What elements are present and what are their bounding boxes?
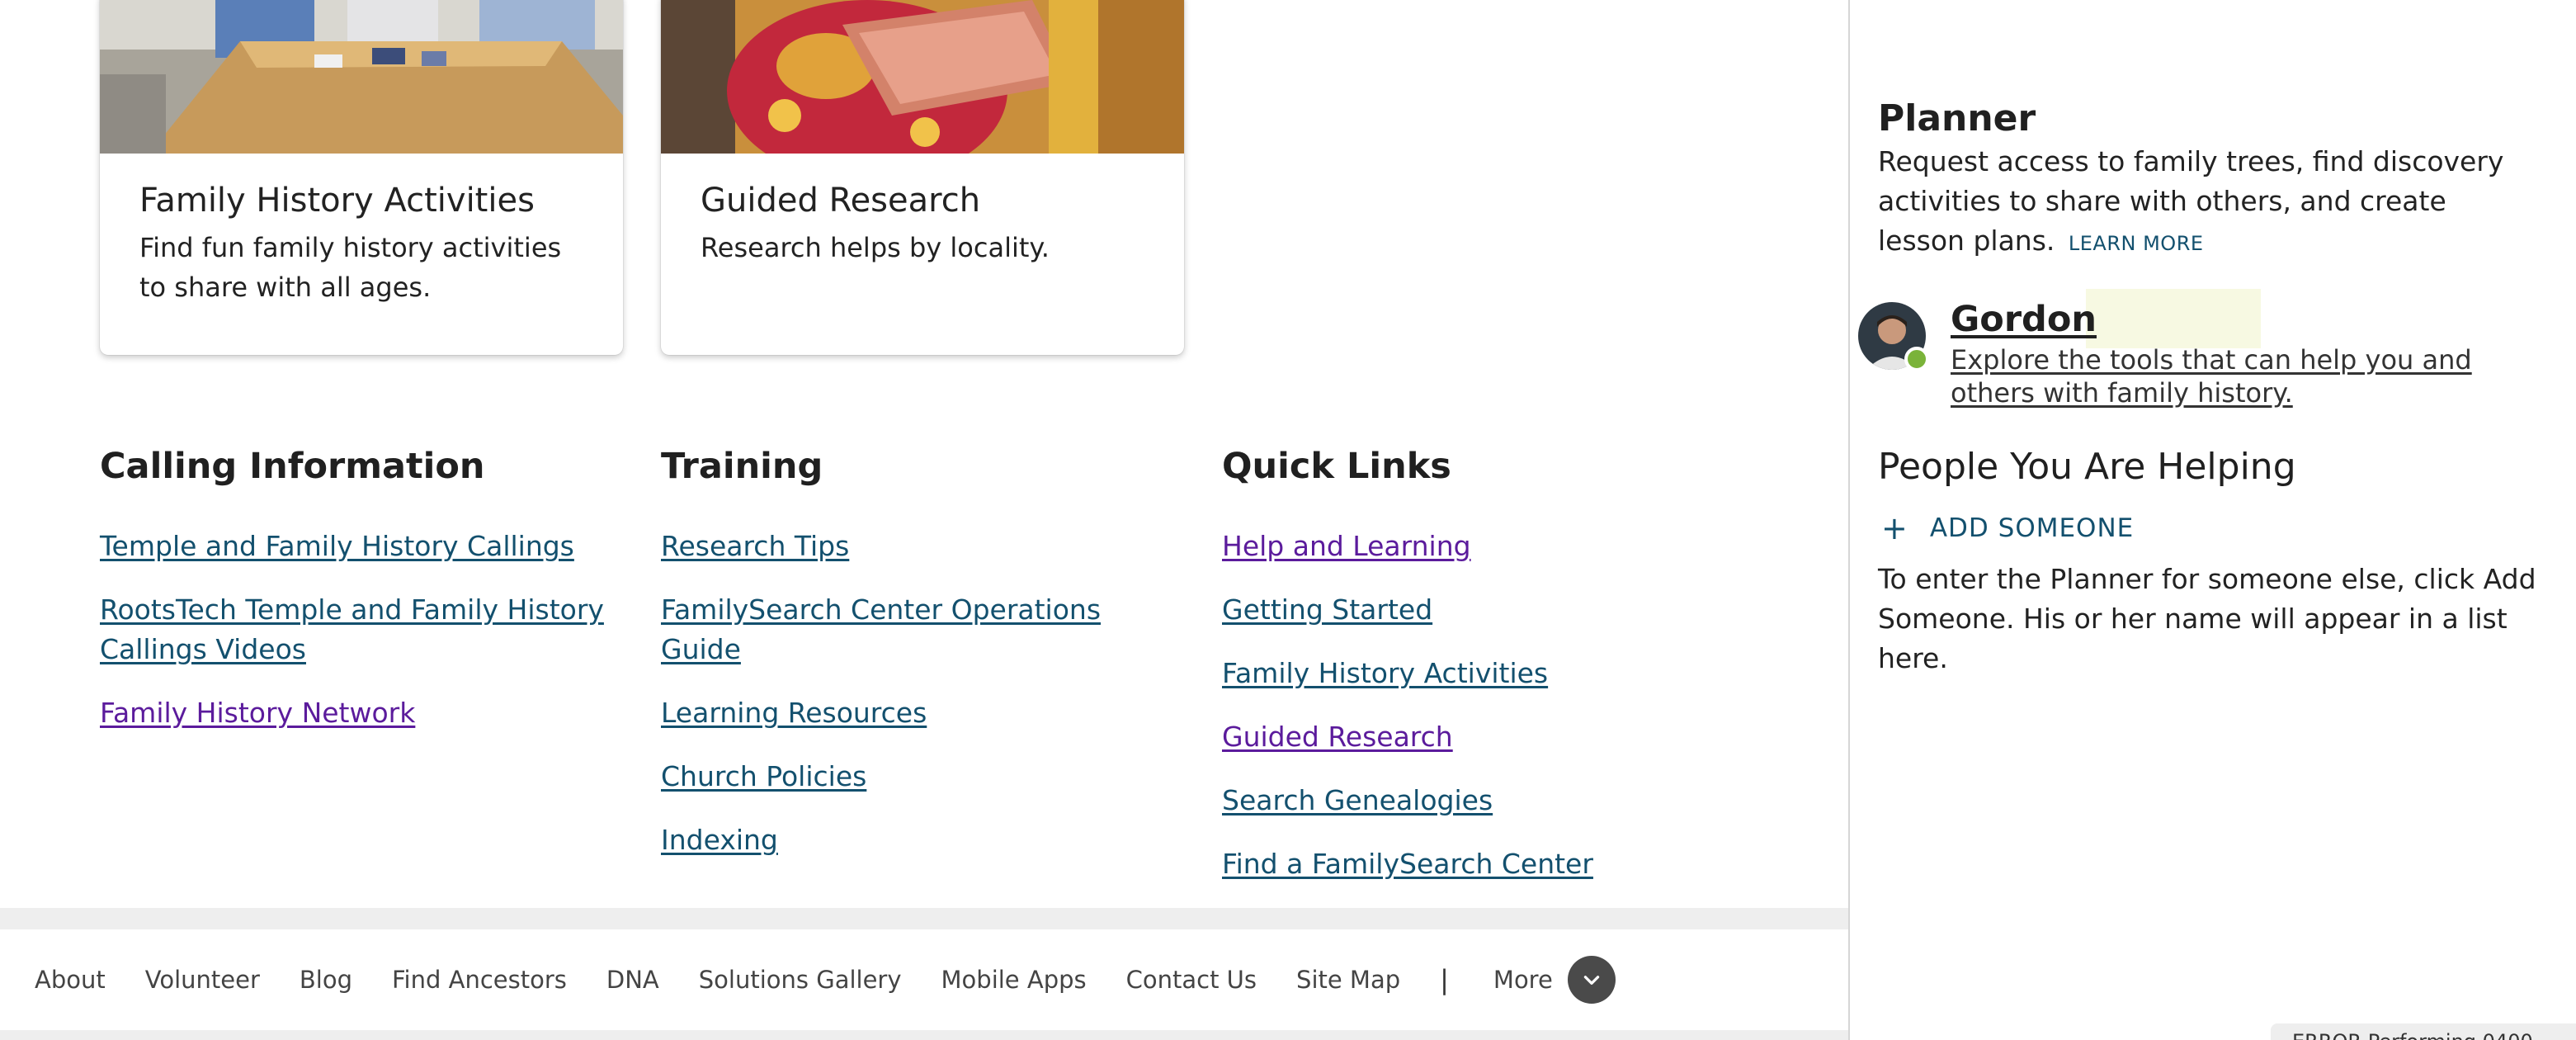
section-heading: Calling Information xyxy=(100,446,485,487)
link-church-policies[interactable]: Church Policies xyxy=(661,760,866,792)
planner-title: Planner xyxy=(1878,97,2036,139)
add-someone-label: ADD SOMEONE xyxy=(1929,513,2135,543)
people-helping-description: To enter the Planner for someone else, c… xyxy=(1878,563,2536,674)
link-getting-started[interactable]: Getting Started xyxy=(1222,593,1432,626)
planner-panel: Planner Request access to family trees, … xyxy=(1848,0,2576,1040)
add-someone-button[interactable]: + ADD SOMEONE xyxy=(1878,510,2134,546)
footer-link-solutions-gallery[interactable]: Solutions Gallery xyxy=(699,966,902,994)
guided-research-card[interactable]: Guided Research Research helps by locali… xyxy=(661,0,1184,355)
footer-link-blog[interactable]: Blog xyxy=(300,966,352,994)
chevron-down-icon[interactable] xyxy=(1567,956,1616,1004)
name-highlight xyxy=(2086,289,2261,348)
quick-links-section: Quick Links Help and Learning Getting St… xyxy=(1222,437,1750,908)
card-photo-reading-book xyxy=(661,0,1184,154)
current-user[interactable]: Gordon Explore the tools that can help y… xyxy=(1858,289,2568,413)
user-name-link[interactable]: Gordon xyxy=(1951,299,2097,340)
learn-more-link[interactable]: LEARN MORE xyxy=(2069,232,2204,255)
link-family-history-network[interactable]: Family History Network xyxy=(100,697,415,729)
card-title: Guided Research xyxy=(701,182,981,220)
footer-link-find-ancestors[interactable]: Find Ancestors xyxy=(392,966,567,994)
main-content: Family History Activities Find fun famil… xyxy=(0,0,1848,1040)
link-family-history-activities[interactable]: Family History Activities xyxy=(1222,657,1548,689)
people-helping-heading: People You Are Helping xyxy=(1878,446,2296,488)
card-description: Research helps by locality. xyxy=(701,232,1050,263)
footer-nav: About Volunteer Blog Find Ancestors DNA … xyxy=(0,929,1848,1030)
family-history-activities-card[interactable]: Family History Activities Find fun famil… xyxy=(100,0,623,355)
footer-separator: | xyxy=(1440,964,1449,995)
calling-information-section: Calling Information Temple and Family Hi… xyxy=(100,437,628,757)
user-subtitle-link[interactable]: Explore the tools that can help you and … xyxy=(1951,343,2561,409)
planner-description: Request access to family trees, find dis… xyxy=(1878,142,2538,263)
section-heading: Training xyxy=(661,446,823,487)
training-section: Training Research Tips FamilySearch Cent… xyxy=(661,437,1189,884)
link-help-and-learning[interactable]: Help and Learning xyxy=(1222,530,1471,562)
status-toast: ERROR Performing 0400 xyxy=(2271,1023,2576,1040)
footer-bottom-bar xyxy=(0,1030,1848,1040)
link-center-operations-guide[interactable]: FamilySearch Center Operations Guide xyxy=(661,593,1101,665)
link-temple-family-history-callings[interactable]: Temple and Family History Callings xyxy=(100,530,574,562)
footer-more-button[interactable]: More xyxy=(1493,956,1616,1004)
link-search-genealogies[interactable]: Search Genealogies xyxy=(1222,784,1493,816)
footer-link-dna[interactable]: DNA xyxy=(606,966,659,994)
link-rootstech-callings-videos[interactable]: RootsTech Temple and Family History Call… xyxy=(100,593,604,665)
more-label: More xyxy=(1493,966,1553,994)
link-research-tips[interactable]: Research Tips xyxy=(661,530,849,562)
link-guided-research[interactable]: Guided Research xyxy=(1222,721,1453,753)
online-status-icon xyxy=(1904,347,1929,371)
link-find-familysearch-center[interactable]: Find a FamilySearch Center xyxy=(1222,848,1593,880)
footer-link-site-map[interactable]: Site Map xyxy=(1296,966,1400,994)
link-learning-resources[interactable]: Learning Resources xyxy=(661,697,927,729)
card-description: Find fun family history activities to sh… xyxy=(139,232,562,303)
card-title: Family History Activities xyxy=(139,182,535,220)
footer-link-volunteer[interactable]: Volunteer xyxy=(145,966,260,994)
section-heading: Quick Links xyxy=(1222,446,1451,487)
footer-divider xyxy=(0,908,1848,929)
footer-link-contact-us[interactable]: Contact Us xyxy=(1126,966,1257,994)
footer-link-about[interactable]: About xyxy=(35,966,106,994)
plus-icon: + xyxy=(1881,510,1908,546)
footer-link-mobile-apps[interactable]: Mobile Apps xyxy=(941,966,1087,994)
link-indexing[interactable]: Indexing xyxy=(661,824,778,856)
card-photo-family-table xyxy=(100,0,623,154)
